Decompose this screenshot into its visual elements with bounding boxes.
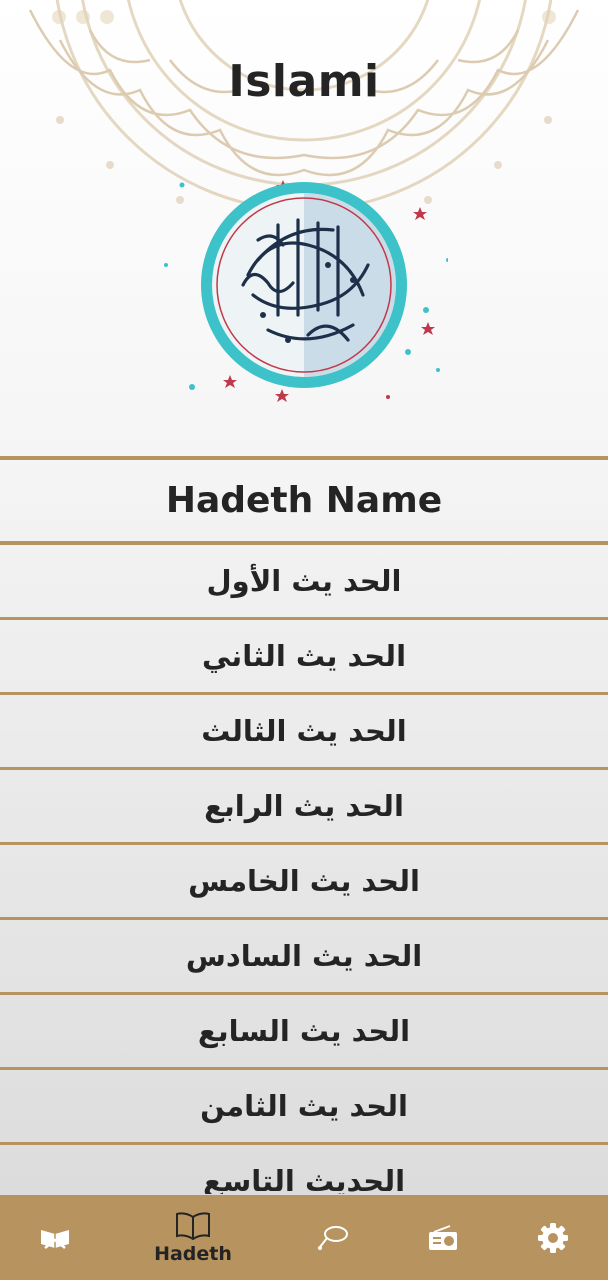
sebha-icon	[318, 1225, 348, 1250]
nav-item-hadeth[interactable]: Hadeth	[148, 1195, 238, 1280]
hadeth-item-label: الحد يث الرابع	[204, 789, 404, 823]
nav-item-quran[interactable]	[20, 1195, 90, 1280]
hadeth-item-7[interactable]: الحد يث السابع	[0, 995, 608, 1070]
hadeth-item-label: الحد يث الخامس	[188, 864, 420, 898]
app-title: Islami	[228, 56, 380, 107]
nav-item-settings[interactable]	[520, 1195, 586, 1280]
hadeth-item-5[interactable]: الحد يث الخامس	[0, 845, 608, 920]
radio-icon	[429, 1224, 457, 1250]
hadeth-item-4[interactable]: الحد يث الرابع	[0, 770, 608, 845]
nav-item-sebha[interactable]	[300, 1195, 366, 1280]
gear-icon	[538, 1222, 568, 1253]
hadeth-item-label: الحد يث السابع	[197, 1014, 411, 1048]
hadeth-logo	[164, 180, 448, 402]
hadeth-item-label: الحد يث الأول	[206, 564, 402, 598]
hadeth-item-8[interactable]: الحد يث الثامن	[0, 1070, 608, 1145]
hadeth-item-3[interactable]: الحد يث الثالث	[0, 695, 608, 770]
hadeth-item-9[interactable]: الحديث التاسع	[0, 1145, 608, 1194]
hadeth-item-2[interactable]: الحد يث الثاني	[0, 620, 608, 695]
hadeth-item-1[interactable]: الحد يث الأول	[0, 545, 608, 620]
quran-icon	[41, 1229, 69, 1249]
hadeth-item-label: الحد يث السادس	[185, 939, 423, 973]
hadeth-item-label: الحد يث الثالث	[201, 714, 407, 748]
hadeth-item-label: الحد يث الثامن	[200, 1089, 408, 1123]
hadeth-item-label: الحديث التاسع	[202, 1164, 406, 1194]
hadeth-list[interactable]: Hadeth Name الحد يث الأول الحد يث الثاني…	[0, 456, 608, 1194]
book-icon	[176, 1211, 210, 1240]
nav-item-radio[interactable]	[410, 1195, 476, 1280]
bottom-navigation: Hadeth	[0, 1195, 608, 1280]
hadeth-item-label: الحد يث الثاني	[201, 639, 407, 673]
nav-label-hadeth: Hadeth	[154, 1242, 232, 1265]
list-header: Hadeth Name	[0, 456, 608, 545]
hadeth-item-6[interactable]: الحد يث السادس	[0, 920, 608, 995]
